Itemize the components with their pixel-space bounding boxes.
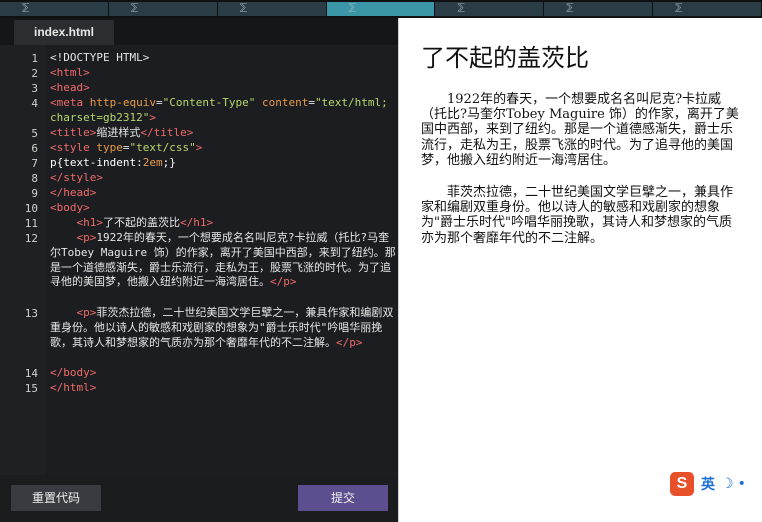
submit-button[interactable]: 提交 — [298, 485, 388, 511]
code-line[interactable]: </body> — [50, 366, 396, 381]
punctuation-dot-icon[interactable]: • — [738, 476, 746, 492]
code-line[interactable]: </html> — [50, 381, 396, 396]
code-line[interactable]: p{text-indent:2em;} — [50, 156, 396, 171]
top-tab-7[interactable]: ⅀ — [653, 2, 762, 16]
tab-mark-icon: ⅀ — [348, 3, 356, 13]
tab-mark-icon: ⅀ — [457, 3, 465, 13]
line-number: 10 — [24, 202, 38, 215]
top-tab-4-active[interactable]: ⅀ — [326, 2, 436, 16]
moon-icon[interactable]: ☽ — [721, 476, 734, 492]
ime-language-toggle[interactable]: 英 — [701, 474, 715, 494]
code-line[interactable]: <meta http-equiv="Content-Type" content=… — [50, 96, 396, 126]
code-editor-panel: index.html 1 2 3 4 5 6 7 8 9 10 11 12 13 14 15 <!DOCTY… — [0, 18, 398, 522]
line-number: 4 — [31, 97, 38, 110]
tab-mark-icon: ⅀ — [22, 3, 30, 13]
code-line[interactable]: <p>菲茨杰拉德，二十世纪美国文学巨擘之一，兼具作家和编剧双重身份。他以诗人的敏… — [50, 306, 396, 350]
code-line[interactable]: </style> — [50, 171, 396, 186]
code-line[interactable]: <style type="text/css"> — [50, 141, 396, 156]
ime-toolbar[interactable]: S 英 ☽ • — [666, 468, 762, 500]
line-number: 1 — [31, 52, 38, 65]
preview-paragraph-2: 菲茨杰拉德，二十世纪美国文学巨擘之一，兼具作家和编剧双重身份。他以诗人的敏感和戏… — [421, 185, 734, 246]
line-number: 14 — [24, 367, 38, 380]
preview-heading: 了不起的盖茨比 — [421, 44, 589, 72]
line-number: 6 — [31, 142, 38, 155]
line-number: 2 — [31, 67, 38, 80]
line-number: 5 — [31, 127, 38, 140]
tab-mark-icon: ⅀ — [566, 3, 574, 13]
code-line[interactable]: <p>1922年的春天，一个想要成名名叫尼克?卡拉威（托比?马奎尔Tobey M… — [50, 231, 396, 290]
tab-mark-icon: ⅀ — [239, 3, 248, 13]
sogou-logo-icon[interactable]: S — [670, 472, 694, 496]
code-line[interactable]: </head> — [50, 186, 396, 201]
tab-mark-icon: ⅀ — [130, 3, 139, 13]
line-number: 15 — [24, 382, 38, 395]
tab-mark-icon: ⅀ — [675, 3, 683, 13]
top-tab-3[interactable]: ⅀ — [217, 2, 327, 16]
code-line[interactable]: <title>缩进样式</title> — [50, 126, 396, 141]
top-tab-2[interactable]: ⅀ — [108, 2, 218, 16]
top-tab-strip: ⅀ ⅀ ⅀ ⅀ ⅀ ⅀ ⅀ — [0, 0, 762, 18]
top-tab-1[interactable]: ⅀ — [0, 2, 109, 16]
line-number: 3 — [31, 82, 38, 95]
editor-tab-row: index.html — [0, 18, 398, 45]
editor-footer: 重置代码 提交 — [0, 475, 398, 522]
line-number: 13 — [24, 307, 38, 320]
line-number: 8 — [31, 172, 38, 185]
line-number: 12 — [24, 232, 38, 245]
file-tab-index-html[interactable]: index.html — [14, 20, 114, 45]
code-line[interactable]: <!DOCTYPE HTML> — [50, 51, 396, 66]
code-line[interactable]: <html> — [50, 66, 396, 81]
line-number: 9 — [31, 187, 38, 200]
code-text-area[interactable]: <!DOCTYPE HTML> <html> <head> <meta http-eq… — [46, 45, 398, 475]
code-line[interactable]: <body> — [50, 201, 396, 216]
line-number-gutter: 1 2 3 4 5 6 7 8 9 10 11 12 13 14 15 — [0, 45, 46, 475]
preview-panel: 了不起的盖茨比 1922年的春天，一个想要成名名叫尼克?卡拉威（托比?马奎尔To… — [398, 18, 762, 522]
preview-paragraph-1: 1922年的春天，一个想要成名名叫尼克?卡拉威（托比?马奎尔Tobey Magu… — [421, 92, 739, 168]
code-line[interactable]: <h1>了不起的盖茨比</h1> — [50, 216, 396, 231]
top-tab-5[interactable]: ⅀ — [435, 2, 545, 16]
code-line[interactable]: <head> — [50, 81, 396, 96]
top-tab-6[interactable]: ⅀ — [544, 2, 654, 16]
line-number: 11 — [24, 217, 38, 230]
reset-code-button[interactable]: 重置代码 — [11, 485, 101, 511]
line-number: 7 — [31, 157, 38, 170]
